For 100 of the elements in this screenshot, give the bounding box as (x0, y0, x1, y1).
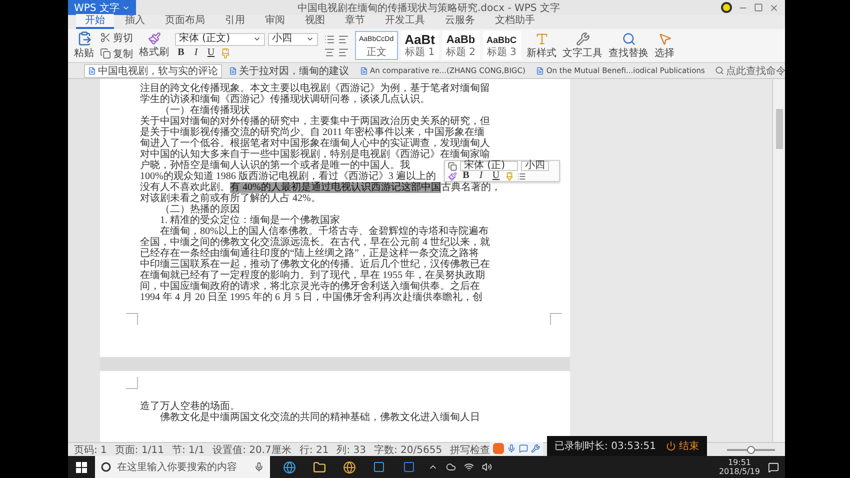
maximize-icon[interactable] (754, 3, 763, 12)
menu-tab[interactable]: 审阅 (256, 14, 294, 29)
font-size-select[interactable]: 小四 (268, 32, 318, 46)
document-text-line: 间，中国应缅甸政府的请求，将北京灵光寺的佛牙舍利送入缅甸供奉。之后在 (140, 281, 480, 292)
stop-recording-button[interactable]: 结束 (666, 439, 699, 453)
list-icon[interactable] (517, 172, 526, 180)
style-preset[interactable]: AaBbC 标题 3 (482, 31, 521, 60)
cloud-icon[interactable] (446, 462, 456, 472)
document-icon (88, 66, 96, 74)
document-icon (536, 66, 544, 74)
document-text-line: 造了万人空巷的场面。 (140, 401, 240, 412)
cut-button[interactable]: 剪切 (100, 30, 133, 44)
align-left-icon[interactable] (338, 34, 349, 44)
vertical-scrollbar[interactable] (772, 79, 785, 442)
document-text-line: 全国，中缅之间的佛教文化交流源远流长。在古代，早在公元前 4 世纪以来，就 (140, 237, 490, 248)
menu-tab[interactable]: 云服务 (436, 14, 484, 29)
align-left-icon[interactable] (338, 46, 349, 58)
microphone-icon[interactable] (254, 462, 264, 472)
menu-tab[interactable]: 引用 (216, 14, 254, 29)
clipboard-icon (76, 31, 92, 46)
format-button[interactable]: B (460, 171, 472, 181)
font-select[interactable]: 宋体 (正) (460, 161, 518, 171)
copy-button[interactable]: 复制 (100, 46, 133, 60)
document-text-line: 对该剧未看之前或有所了解的人占 42%。 (140, 193, 321, 204)
status-item: 拼写检查 (450, 444, 490, 456)
close-icon[interactable] (769, 2, 779, 12)
status-item: 节: 1/1 (172, 444, 205, 456)
app-menu-button[interactable]: WPS 文字 (68, 0, 136, 15)
menu-tab[interactable]: 章节 (336, 14, 374, 29)
menu-tab[interactable]: 开始 (76, 14, 114, 29)
taskbar-search-field[interactable]: 在这里输入你要搜索的内容 (95, 456, 270, 478)
text-style-icon (534, 32, 549, 46)
document-text-line: 注目的跨文化传播现象。本文主要以电视剧《西游记》为例，基于笔者对缅甸留 (140, 83, 490, 94)
search-icon (714, 66, 724, 75)
volume-icon[interactable] (482, 462, 492, 472)
input-method-logo-icon[interactable] (493, 443, 504, 454)
brush-icon (148, 32, 160, 45)
taskbar-clock[interactable]: 19:51 2018/5/19 (718, 458, 760, 476)
pointer-icon (658, 32, 672, 46)
format-button[interactable]: I (475, 171, 487, 181)
align-center-icon[interactable] (324, 46, 335, 58)
caret-icon (306, 35, 314, 43)
menu-tab[interactable]: 页面布局 (156, 14, 214, 29)
status-item: 行: 21 (299, 444, 329, 456)
brush-icon[interactable] (448, 172, 457, 180)
menu-tab[interactable]: 开发工具 (376, 14, 434, 29)
status-item: 页面: 1/11 (114, 444, 164, 456)
document-text-line: 100%的观众知道 1986 版西游记电视剧，看过《西游记》3 遍以上的 (140, 171, 436, 182)
microphone-icon[interactable] (507, 444, 516, 453)
ribbon-tool-button[interactable]: 文字工具 (562, 32, 603, 60)
document-text-line: 佛教文化是中缅两国文化交流的共同的精神基础，佛教文化进入缅甸人日 (160, 412, 480, 423)
format-painter-button[interactable]: 格式刷 (139, 32, 169, 59)
circle-icon (101, 462, 111, 472)
style-preset[interactable]: AaBb 标题 2 (442, 31, 480, 60)
document-text-line: 在缅甸就已经有了一定程度的影响力。到了现代，早在 1955 年，在吴努执政期 (140, 270, 485, 281)
status-item: 页码: 1 (74, 444, 107, 456)
paste-button[interactable]: 粘贴 (74, 31, 94, 60)
copy-icon[interactable] (448, 162, 457, 170)
format-button[interactable]: U (205, 48, 217, 58)
menu-tab[interactable]: 视图 (296, 14, 334, 29)
document-text-line: 对中国的认知大多来自于一些中国影视剧，特别是电视剧《西游记》在缅甸家喻 (140, 149, 490, 160)
ribbon-tool-button[interactable]: 新样式 (526, 32, 557, 60)
document-icon (360, 66, 368, 74)
window-title: 中国电视剧在缅甸的传播现状与策略研究.docx - WPS 文字 (296, 2, 561, 14)
ribbon-tool-button[interactable]: 查找替换 (608, 32, 649, 60)
menu-tab[interactable]: 文档助手 (486, 14, 544, 29)
document-icon (229, 66, 237, 74)
power-icon (666, 441, 676, 451)
status-item: 字数: 20/5655 (374, 444, 442, 456)
caret-icon (253, 35, 261, 43)
scissors-icon (100, 32, 111, 43)
document-tab[interactable]: 关于拉对因，缅甸的建议 (225, 64, 353, 78)
format-button[interactable]: I (190, 48, 202, 58)
font-size-select[interactable]: 小四 (521, 161, 549, 171)
format-button[interactable]: B (175, 48, 187, 58)
status-item: 设置值: 20.7厘米 (212, 444, 292, 456)
menu-tab[interactable]: 插入 (116, 14, 154, 29)
document-text-line: 是关于中缅影视传播交流的研究尚少。自 2011 年密松事件以来，中国形象在缅 (140, 127, 485, 138)
style-preset[interactable]: AaBt 标题 1 (400, 31, 439, 60)
chat-icon[interactable] (519, 444, 528, 453)
document-text-line: 1. 精准的受众定位：缅甸是一个佛教国家 (160, 215, 340, 226)
copy-icon (100, 48, 111, 59)
document-text-line: 1994 年 4 月 20 日至 1995 年的 6 月 5 日，中国佛牙舍利再次赴缅供奉瞻礼，创 (140, 292, 482, 303)
document-tab[interactable]: 中国电视剧，软与实的评论 (84, 64, 222, 78)
ribbon-tool-button[interactable]: 选择 (654, 32, 675, 60)
recording-time: 已录制时长: 03:53:51 (554, 440, 656, 453)
search-icon (622, 32, 636, 46)
wrench-icon[interactable] (531, 444, 540, 453)
network-icon[interactable] (464, 462, 474, 472)
document-text-line: 学生的访谈和缅甸《西游记》传播现状调研问卷，谈谈几点认识。 (140, 94, 430, 105)
format-button[interactable]: U (490, 171, 502, 181)
font-select[interactable]: 宋体 (正文) (175, 32, 265, 46)
notification-icon[interactable] (768, 462, 779, 472)
document-text-line: （二）热播的原因 (160, 204, 240, 215)
avatar-icon[interactable] (721, 2, 732, 13)
document-text-line: 户晓，孙悟空是缅甸人认识的第一个或者是唯一的中国人。我 (140, 160, 410, 171)
document-text-line: （一）在缅传播现状 (160, 105, 250, 116)
windows-logo-icon[interactable] (76, 462, 87, 472)
document-text-line: 关于中国对缅甸的对外传播的研究中，主要集中于两国政治历史关系的研究，但 (140, 116, 490, 127)
status-item: 列: 33 (336, 444, 366, 456)
